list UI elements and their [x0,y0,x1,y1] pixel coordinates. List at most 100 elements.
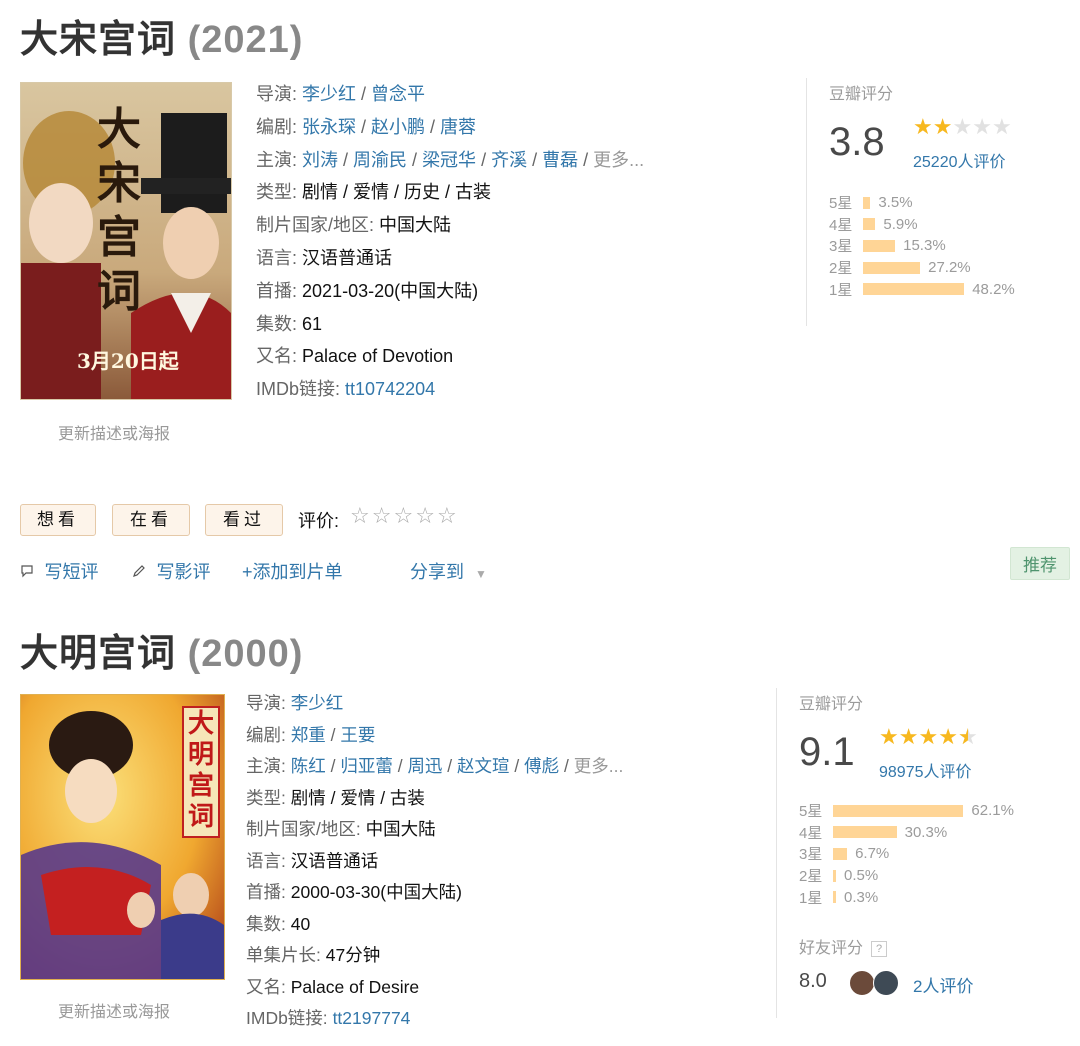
distribution-percent: 15.3% [903,237,946,255]
info-genre: 类型: 剧情 / 爱情 / 古装 [246,787,425,808]
update-poster-link[interactable]: 更新描述或海报 [58,420,170,444]
rating-votes-link[interactable]: 98975人评价 [879,758,972,782]
imdb-link[interactable]: tt2197774 [333,1008,411,1028]
rating-star-icon: ★ [898,724,919,749]
writer-link[interactable]: 郑重 [291,725,326,745]
distribution-label: 1星 [829,281,853,299]
rating-votes-link[interactable]: 25220人评价 [913,148,1006,172]
info-director: 导演: 李少红 / 曾念平 [256,84,426,104]
recommend-button[interactable]: 推荐 [1010,547,1070,580]
cast-link[interactable]: 陈红 [291,756,326,776]
rating-star-icon: ★ [938,724,958,749]
movie-title-text: 大宋宫词 [20,19,177,61]
info-country: 制片国家/地区: 中国大陆 [246,819,436,839]
premiere-value: 2000-03-30(中国大陆) [290,882,462,902]
episodes-value: 61 [302,313,323,334]
movie-year: (2021) [187,19,304,61]
want-button[interactable]: 想看 [20,504,96,536]
imdb-link[interactable]: tt10742204 [345,379,435,399]
genre-value: 剧情 / 爱情 / 历史 / 古装 [302,182,492,203]
rate-star-icon[interactable]: ☆ [415,503,437,528]
distribution-row: 2星 0.5% [799,865,1014,887]
distribution-percent: 62.1% [971,802,1014,820]
pencil-icon [132,565,150,582]
distribution-label: 4星 [799,824,823,842]
director-link[interactable]: 曾念平 [371,84,425,104]
rating-distribution: 5星 62.1% 4星 30.3% 3星 6.7% 2星 0.5% 1星 0.3% [799,800,1014,908]
movie-poster[interactable]: 大宋宫词 3月20日起 [20,82,232,400]
cast-link[interactable]: 归亚蕾 [340,756,393,776]
movie-title: 大明宫词 (2000) [20,622,303,677]
cast-more-link[interactable]: 更多... [593,150,644,170]
friend-avatar[interactable] [849,970,875,996]
cast-link[interactable]: 刘涛 [302,150,338,170]
help-icon[interactable]: ? [871,940,888,957]
friend-score: 8.0 [799,970,827,992]
language-value: 汉语普通话 [290,850,379,871]
rate-star-icon[interactable]: ☆ [350,503,372,528]
cast-more-link[interactable]: 更多... [574,756,624,776]
distribution-percent: 0.5% [844,867,879,885]
distribution-bar [863,261,921,274]
douban-rating: 豆瓣评分 9.1 ★★★★★★ 98975人评价 5星62.1%4星30.3%3… [776,688,1080,1018]
distribution-bar [833,847,848,860]
info-episodes: 集数: 61 [256,313,323,334]
cast-link[interactable]: 齐溪 [491,150,527,170]
info-imdb: IMDb链接: tt10742204 [256,379,436,400]
distribution-label: 3星 [829,238,853,256]
info-country: 制片国家/地区: 中国大陆 [256,215,452,236]
update-poster-link[interactable]: 更新描述或海报 [58,998,170,1022]
movie-info: 导演: 李少红 编剧: 郑重 / 王要 主演: 陈红 / 归亚蕾 / 周迅 / … [246,688,623,1035]
info-premiere: 首播: 2021-03-20(中国大陆) [256,280,479,301]
rate-star-icon[interactable]: ☆ [437,503,459,528]
country-value: 中国大陆 [379,215,452,236]
info-cast: 主演: 陈红 / 归亚蕾 / 周迅 / 赵文瑄 / 傅彪 / 更多... [246,756,624,776]
write-review-link[interactable]: 写影评 [132,558,210,584]
movie-poster[interactable]: 大明宫词 [20,694,225,980]
info-writer: 编剧: 张永琛 / 赵小鹏 / 唐蓉 [256,116,477,137]
distribution-bar [833,804,964,817]
write-short-review-link[interactable]: 写短评 [20,558,98,584]
cast-link[interactable]: 傅彪 [524,756,559,776]
cast-link[interactable]: 梁冠华 [422,150,476,170]
writer-link[interactable]: 张永琛 [302,117,356,137]
rating-stars: ★★★★★★ [879,724,978,750]
writer-link[interactable]: 唐蓉 [440,117,476,137]
add-to-list-link[interactable]: +添加到片单 [242,558,343,584]
director-link[interactable]: 李少红 [291,693,344,713]
distribution-bar [833,826,897,839]
director-link[interactable]: 李少红 [302,84,356,104]
share-link[interactable]: 分享到 ▼ [410,558,487,584]
friend-votes-link[interactable]: 2人评价 [913,972,973,997]
distribution-row: 5星 62.1% [799,800,1014,822]
cast-link[interactable]: 曹磊 [542,150,578,170]
distribution-label: 5星 [829,195,853,213]
rating-star-icon: ★★ [957,724,978,749]
info-language: 语言: 汉语普通话 [256,247,393,268]
watched-button[interactable]: 看过 [205,504,283,536]
rate-star-icon[interactable]: ☆ [393,503,415,528]
movie-title: 大宋宫词 (2021) [20,8,303,63]
writer-link[interactable]: 王要 [340,725,375,745]
rating-distribution: 5星 3.5% 4星 5.9% 3星 15.3% 2星 27.2% 1星 48.2% [829,192,1015,300]
distribution-bar [833,869,836,882]
distribution-label: 4星 [829,216,853,234]
rating-score: 9.1 [799,730,855,774]
info-writer: 编剧: 郑重 / 王要 [246,724,376,745]
watching-button[interactable]: 在看 [112,504,190,536]
rating-star-icon: ★ [913,114,933,139]
writer-link[interactable]: 赵小鹏 [371,117,425,137]
distribution-label: 2星 [799,868,823,886]
rate-stars-input[interactable]: ☆☆☆☆☆ [350,503,459,529]
rate-star-icon[interactable]: ☆ [372,503,394,528]
cast-link[interactable]: 周迅 [407,756,442,776]
distribution-label: 5星 [799,803,823,821]
rating-star-icon: ★ [932,114,953,139]
cast-link[interactable]: 周渝民 [353,150,407,170]
distribution-row: 3星 6.7% [799,843,1014,865]
movie-info: 导演: 李少红 / 曾念平 编剧: 张永琛 / 赵小鹏 / 唐蓉 主演: 刘涛 … [256,78,644,406]
douban-rating: 豆瓣评分 3.8 ★★★★★ 25220人评价 5星 3.5% 4星 5.9% 3星 15… [806,78,1080,326]
cast-link[interactable]: 赵文瑄 [457,756,510,776]
info-genre: 类型: 剧情 / 爱情 / 历史 / 古装 [256,182,492,203]
friend-avatar[interactable] [873,970,899,996]
